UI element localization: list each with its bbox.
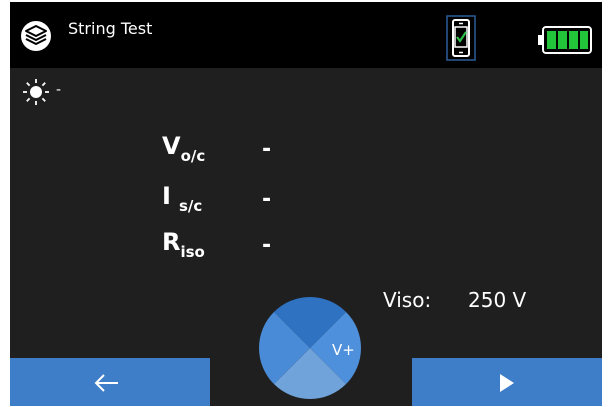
riso-label-main: R <box>162 228 181 256</box>
top-bar: String Test <box>10 2 602 68</box>
voc-value: - <box>262 137 272 162</box>
voc-label-main: V <box>162 132 181 160</box>
battery-full-icon <box>538 26 592 54</box>
riso-label: Riso <box>162 228 205 261</box>
isc-label-main: I <box>162 182 171 210</box>
arrow-left-icon <box>94 374 118 392</box>
app-title: String Test <box>68 19 153 38</box>
viso-value: 250 V <box>468 288 527 312</box>
viso-label: Viso: <box>383 288 432 312</box>
isc-value: - <box>262 187 272 212</box>
play-icon <box>500 374 514 392</box>
isc-label: Is/c <box>162 182 203 215</box>
voc-label-subscript: o/c <box>180 147 206 165</box>
riso-label-subscript: iso <box>180 243 205 261</box>
riso-value: - <box>262 233 272 258</box>
phone-connected-icon <box>446 15 476 61</box>
next-button[interactable] <box>412 358 602 406</box>
sun-icon <box>23 79 49 105</box>
device-screen: String Test - Vo/c - I s/c - Riso - Viso… <box>10 2 602 406</box>
irradiance-value: - <box>56 82 62 98</box>
voc-label: Vo/c <box>162 132 206 165</box>
isc-label-subscript: s/c <box>178 197 203 215</box>
back-button[interactable] <box>10 358 210 406</box>
start-test-button[interactable] <box>258 296 362 400</box>
app-logo-icon <box>21 21 51 51</box>
